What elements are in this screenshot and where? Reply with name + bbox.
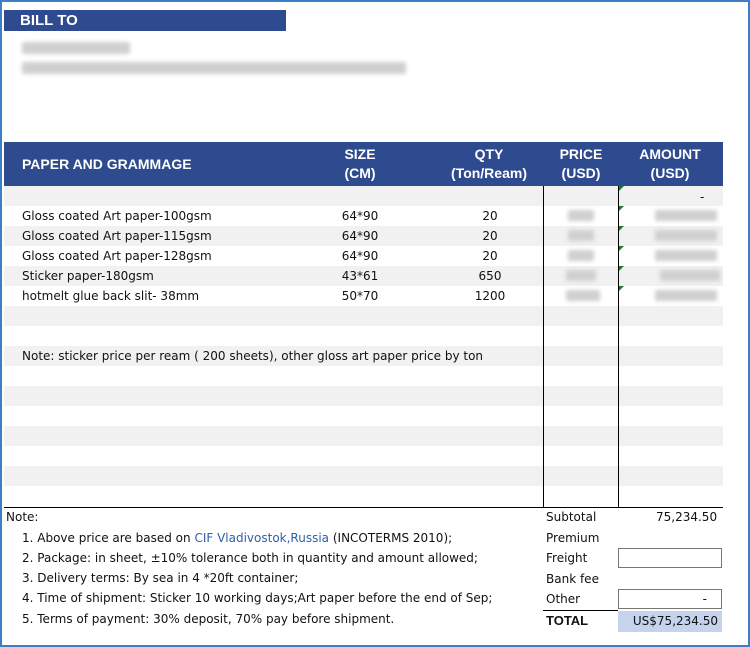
table-note: Note: sticker price per ream ( 200 sheet… — [22, 349, 484, 363]
other-input[interactable]: - — [618, 589, 722, 609]
cell-marker — [619, 286, 624, 291]
table-header: PAPER AND GRAMMAGE SIZE (CM) QTY (Ton/Re… — [4, 142, 723, 186]
redacted-amount — [655, 250, 717, 261]
row-band — [4, 466, 723, 486]
redacted-customer-name — [22, 42, 130, 54]
price-column-border — [543, 186, 544, 507]
subtotal-value: 75,234.50 — [656, 510, 718, 524]
note-item-5: 5. Terms of payment: 30% deposit, 70% pa… — [22, 612, 395, 626]
subtotal-label: Subtotal — [546, 510, 597, 524]
note-item-1: 1. Above price are based on CIF Vladivos… — [22, 531, 453, 545]
row-qty: 650 — [478, 269, 502, 283]
freight-label: Freight — [546, 551, 588, 565]
amount-dash: - — [700, 190, 705, 204]
redacted-price — [566, 270, 596, 281]
row-size: 64*90 — [341, 229, 379, 243]
row-size: 64*90 — [341, 249, 379, 263]
header-paper: PAPER AND GRAMMAGE — [22, 155, 192, 172]
cell-marker — [619, 206, 624, 211]
row-qty: 20 — [482, 229, 498, 243]
other-label: Other — [546, 592, 581, 606]
row-size: 50*70 — [341, 289, 379, 303]
redacted-price — [566, 290, 600, 301]
redacted-price — [568, 210, 594, 221]
cell-marker — [619, 186, 624, 191]
cell-marker — [619, 226, 624, 231]
redacted-amount — [655, 230, 717, 241]
redacted-price — [568, 230, 594, 241]
row-size: 43*61 — [341, 269, 379, 283]
redacted-amount — [660, 270, 720, 281]
row-name: Gloss coated Art paper-100gsm — [22, 209, 212, 223]
premium-label: Premium — [546, 531, 600, 545]
row-band — [4, 386, 723, 406]
notes-title: Note: — [6, 510, 39, 524]
row-qty: 20 — [482, 209, 498, 223]
row-band — [4, 306, 723, 326]
redacted-amount — [655, 210, 717, 221]
total-label: TOTAL — [546, 613, 589, 628]
amount-column-border — [618, 186, 619, 507]
redacted-price — [568, 250, 594, 261]
cell-marker — [619, 266, 624, 271]
header-qty: QTY (Ton/Ream) — [451, 146, 527, 181]
bank-fee-label: Bank fee — [546, 572, 599, 586]
bill-to-heading: BILL TO — [4, 10, 286, 31]
header-price: PRICE (USD) — [559, 146, 603, 181]
row-name: Sticker paper-180gsm — [22, 269, 154, 283]
header-amount: AMOUNT (USD) — [639, 146, 701, 181]
note-item-2: 2. Package: in sheet, ±10% tolerance bot… — [22, 551, 478, 565]
redacted-customer-address — [22, 62, 406, 74]
row-name: Gloss coated Art paper-128gsm — [22, 249, 212, 263]
row-band — [4, 186, 723, 206]
note-item-3: 3. Delivery terms: By sea in 4 *20ft con… — [22, 571, 299, 585]
incoterm-place: CIF Vladivostok,Russia — [194, 531, 330, 545]
row-qty: 20 — [482, 249, 498, 263]
table-bottom-border — [4, 507, 723, 508]
header-size: SIZE (CM) — [344, 146, 376, 181]
note-item-4: 4. Time of shipment: Sticker 10 working … — [22, 591, 493, 605]
freight-input[interactable] — [618, 548, 722, 568]
row-name: hotmelt glue back slit- 38mm — [22, 289, 200, 303]
row-band — [4, 426, 723, 446]
row-name: Gloss coated Art paper-115gsm — [22, 229, 212, 243]
redacted-amount — [655, 290, 717, 301]
total-value: US$75,234.50 — [618, 611, 722, 632]
cell-marker — [619, 246, 624, 251]
row-qty: 1200 — [474, 289, 506, 303]
row-size: 64*90 — [341, 209, 379, 223]
